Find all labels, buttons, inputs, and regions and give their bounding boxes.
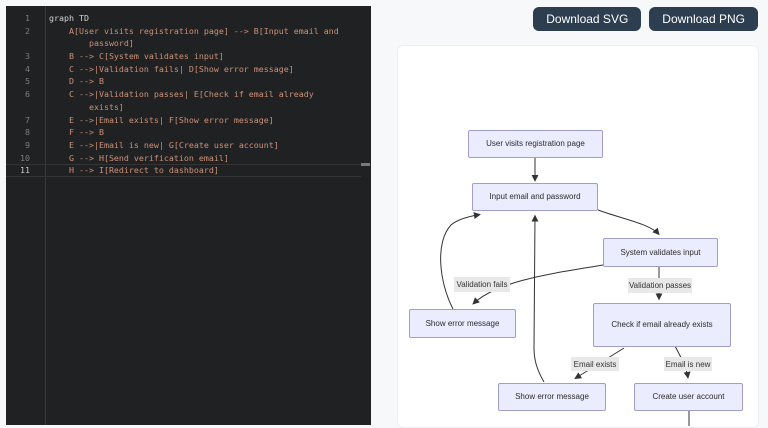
preview-pane: Download SVG Download PNG Validation fai…	[371, 0, 768, 428]
line-text: E -->|Email exists| F[Show error message…	[49, 114, 274, 125]
line-text: A[User visits registration page] --> B[I…	[49, 25, 339, 36]
download-svg-button[interactable]: Download SVG	[533, 7, 642, 31]
line-number	[6, 37, 30, 50]
code-line: 6 C -->|Validation passes| E[Check if em…	[6, 88, 361, 101]
code-line: 2 A[User visits registration page] --> B…	[6, 25, 361, 38]
line-number	[6, 101, 30, 114]
flowchart-node-F: Show error message	[498, 383, 606, 411]
line-number: 7	[25, 114, 30, 125]
flowchart-node-B: Input email and password	[472, 183, 598, 211]
line-number: 10	[20, 152, 30, 163]
code-line: 8 F --> B	[6, 126, 361, 139]
code-lines: 1 graph TD 2 A[User visits registration pa…	[6, 12, 361, 177]
code-line: password]	[6, 37, 361, 50]
line-number: 3	[25, 51, 30, 62]
line-text: C -->|Validation passes| E[Check if emai…	[49, 89, 314, 100]
edge-F-B	[531, 214, 545, 383]
code-line: 1 graph TD	[6, 12, 361, 25]
edge-label-C-E: Validation passes	[628, 278, 692, 293]
scrollbar-cursor-marker	[361, 163, 370, 166]
line-text: F --> B	[49, 127, 104, 138]
code-line: exists]	[6, 101, 361, 114]
code-line: 7 E -->|Email exists| F[Show error messa…	[6, 114, 361, 127]
edge-B-C	[597, 209, 660, 236]
line-text: B --> C[System validates input]	[49, 51, 224, 62]
line-number: 11	[20, 165, 30, 176]
flowchart-node-D: Show error message	[409, 309, 516, 338]
flowchart-node-C: System validates input	[603, 238, 718, 267]
flowchart-node-A: User visits registration page	[468, 130, 603, 158]
edge-D-B	[440, 212, 481, 310]
code-line: 5 D --> B	[6, 75, 361, 88]
edge-label-C-D: Validation fails	[454, 277, 510, 292]
line-number: 6	[25, 89, 30, 100]
edge-label-E-G: Email is new	[664, 357, 712, 371]
line-text: D --> B	[49, 76, 104, 87]
line-number: 1	[25, 13, 30, 23]
editor-scrollbar[interactable]	[361, 6, 371, 425]
flowchart-node-E: Check if email already exists	[593, 303, 731, 347]
code-line: 3 B --> C[System validates input]	[6, 50, 361, 63]
line-text: exists]	[49, 101, 124, 112]
download-png-button[interactable]: Download PNG	[649, 7, 758, 31]
export-toolbar: Download SVG Download PNG	[533, 7, 758, 31]
line-number: 4	[25, 63, 30, 74]
diagram-canvas: Validation fails Validation passes Email e…	[397, 45, 759, 428]
code-editor[interactable]: 1 graph TD 2 A[User visits registration pa…	[6, 6, 371, 425]
code-line: 10 G --> H[Send verification email]	[6, 152, 361, 165]
line-text: E -->|Email is new| G[Create user accoun…	[49, 139, 279, 150]
line-number: 9	[25, 139, 30, 150]
line-text: graph TD	[49, 13, 89, 23]
line-number: 8	[25, 127, 30, 138]
line-text: G --> H[Send verification email]	[49, 152, 229, 163]
line-text: H --> I[Redirect to dashboard]	[49, 165, 219, 176]
code-line: 11 H --> I[Redirect to dashboard]	[6, 164, 361, 177]
line-text: password]	[49, 38, 134, 49]
line-number: 2	[25, 25, 30, 36]
line-text: C -->|Validation fails| D[Show error mes…	[49, 63, 294, 74]
flowchart-node-G: Create user account	[634, 383, 743, 411]
code-line: 4 C -->|Validation fails| D[Show error m…	[6, 63, 361, 76]
edge-label-E-F: Email exists	[571, 357, 619, 371]
code-line: 9 E -->|Email is new| G[Create user acco…	[6, 139, 361, 152]
line-number: 5	[25, 76, 30, 87]
